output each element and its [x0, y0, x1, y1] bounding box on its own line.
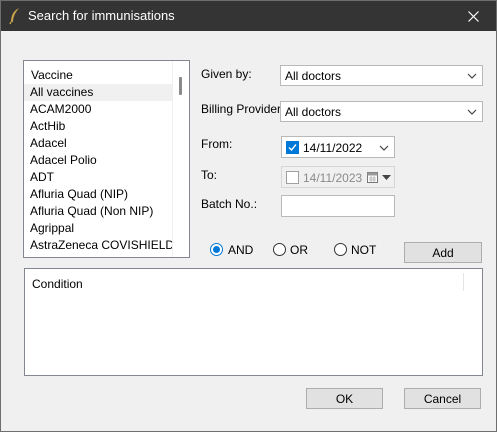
- vaccine-list-item[interactable]: All vaccines: [24, 84, 172, 101]
- scrollbar-thumb[interactable]: [179, 77, 182, 95]
- vaccine-list-items: All vaccines ACAM2000 ActHib Adacel Adacel P…: [24, 84, 174, 254]
- caret-down-icon[interactable]: [382, 175, 391, 181]
- chevron-down-icon[interactable]: [379, 143, 389, 153]
- from-date-picker[interactable]: 14/11/2022: [281, 136, 395, 158]
- calendar-icon[interactable]: [367, 171, 378, 183]
- to-date-value: 14/11/2023: [303, 171, 363, 185]
- given-by-value: All doctors: [285, 69, 342, 83]
- ok-button[interactable]: OK: [306, 388, 383, 409]
- chevron-down-icon: [467, 109, 477, 115]
- add-button[interactable]: Add: [404, 242, 482, 263]
- operator-not-label: NOT: [351, 243, 377, 257]
- column-divider[interactable]: [463, 273, 464, 291]
- condition-column-header: Condition: [32, 277, 83, 291]
- vaccine-list-header: Vaccine: [31, 68, 73, 82]
- vaccine-list-item[interactable]: ADT: [24, 169, 172, 186]
- vaccine-list-item[interactable]: ActHib: [24, 118, 172, 135]
- operator-not[interactable]: NOT: [334, 242, 384, 258]
- window-title: Search for immunisations: [28, 8, 175, 23]
- operator-or[interactable]: OR: [273, 242, 323, 258]
- title-bar: Search for immunisations: [1, 1, 496, 31]
- batch-number-input[interactable]: [281, 195, 395, 217]
- close-icon: [467, 10, 479, 22]
- vaccine-list-item[interactable]: AstraZeneca COVISHIELD: [24, 237, 174, 254]
- radio-and[interactable]: [210, 243, 223, 256]
- vaccine-list-scrollbar[interactable]: [172, 61, 189, 257]
- app-feather-icon: [9, 8, 19, 25]
- checkmark-icon: [288, 144, 297, 152]
- condition-list[interactable]: Condition: [24, 268, 483, 376]
- chevron-down-icon: [467, 73, 477, 79]
- to-date-checkbox[interactable]: [286, 171, 299, 184]
- vaccine-list-item[interactable]: Afluria Quad (Non NIP): [24, 203, 172, 220]
- operator-and[interactable]: AND: [210, 242, 260, 258]
- vaccine-list-item[interactable]: Adacel: [24, 135, 172, 152]
- to-label: To:: [201, 168, 218, 182]
- from-date-value: 14/11/2022: [303, 141, 363, 155]
- radio-not[interactable]: [334, 243, 347, 256]
- given-by-label: Given by:: [201, 67, 252, 81]
- close-button[interactable]: [450, 1, 496, 31]
- operator-or-label: OR: [290, 243, 308, 257]
- vaccine-listbox[interactable]: Vaccine All vaccines ACAM2000 ActHib Adacel…: [23, 60, 190, 258]
- cancel-button[interactable]: Cancel: [404, 388, 481, 409]
- dialog-body: Vaccine All vaccines ACAM2000 ActHib Adacel…: [1, 31, 496, 431]
- billing-provider-label: Billing Provider:: [201, 102, 285, 116]
- radio-or[interactable]: [273, 243, 286, 256]
- vaccine-list-item[interactable]: ACAM2000: [24, 101, 172, 118]
- given-by-dropdown[interactable]: All doctors: [280, 65, 483, 86]
- vaccine-list-item[interactable]: Adacel Polio: [24, 152, 172, 169]
- from-label: From:: [201, 137, 233, 151]
- operator-and-label: AND: [228, 243, 254, 257]
- vaccine-list-item[interactable]: Afluria Quad (NIP): [24, 186, 172, 203]
- batch-label: Batch No.:: [201, 197, 258, 211]
- from-date-checkbox[interactable]: [286, 141, 299, 154]
- search-immunisations-dialog: Search for immunisations Vaccine All vac…: [0, 0, 497, 432]
- billing-provider-dropdown[interactable]: All doctors: [280, 101, 483, 122]
- vaccine-list-item[interactable]: Agrippal: [24, 220, 172, 237]
- to-date-picker[interactable]: 14/11/2023: [281, 166, 395, 188]
- billing-provider-value: All doctors: [285, 105, 342, 119]
